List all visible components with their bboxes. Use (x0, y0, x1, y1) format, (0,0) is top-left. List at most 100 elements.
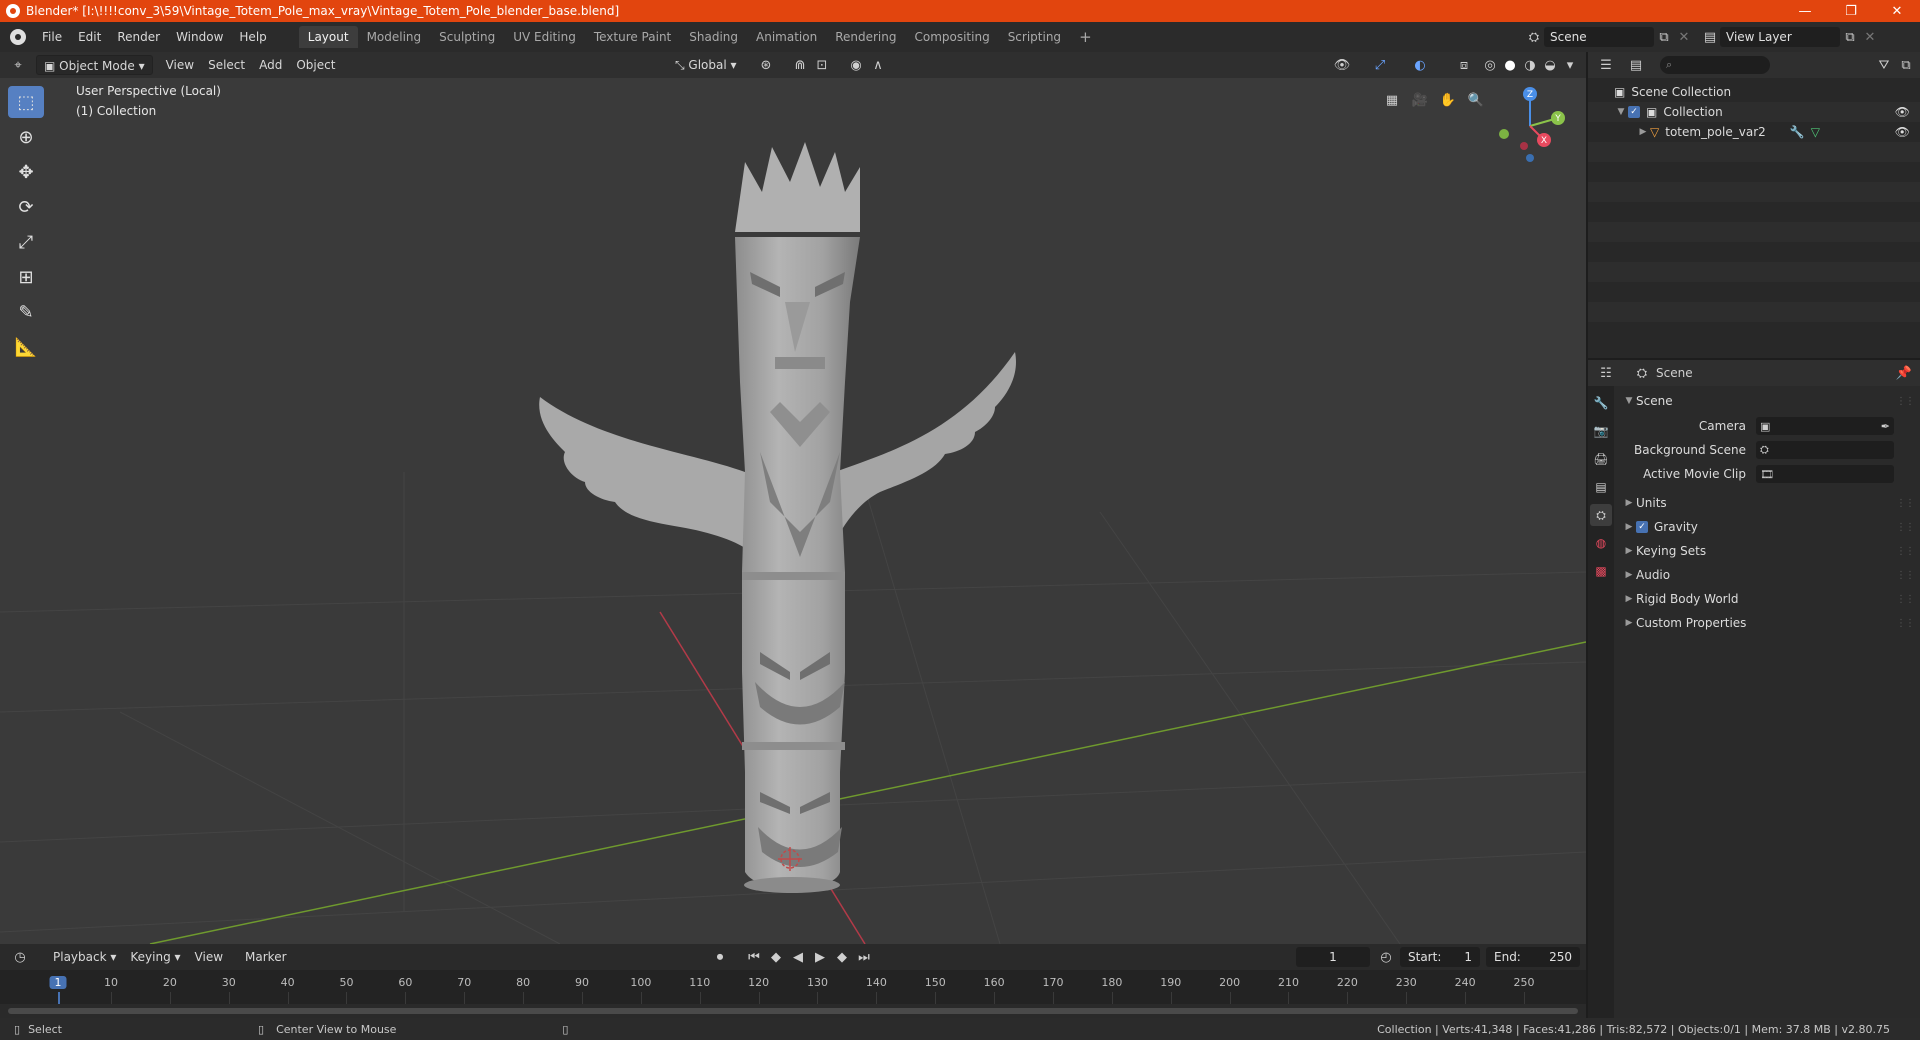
navigation-gizmo[interactable]: Z Y X (1490, 86, 1570, 166)
select-box-tool-icon[interactable]: ⬚ (8, 86, 44, 118)
outliner-editor-type-icon[interactable]: ☰ (1596, 55, 1616, 75)
jump-end-icon[interactable]: ⏭ (854, 947, 874, 967)
timeline-menu-keying[interactable]: Keying ▾ (123, 947, 187, 967)
outliner-row-object[interactable]: ▶ ▽ totem_pole_var2 🔧 ▽ 👁 (1588, 122, 1920, 142)
camera-view-icon[interactable]: 🎥 (1410, 90, 1430, 110)
scale-tool-icon[interactable]: ⤢ (8, 226, 44, 258)
gizmo-toggle-icon[interactable]: ⤢ (1370, 55, 1390, 75)
viewport-menu-select[interactable]: Select (201, 55, 252, 75)
transform-orientation-dropdown[interactable]: ⤡ Global ▾ (668, 55, 744, 75)
editor-type-icon[interactable]: ⌖ (8, 55, 28, 75)
tab-shading[interactable]: Shading (680, 26, 747, 48)
play-icon[interactable]: ▶ (810, 947, 830, 967)
solid-shading-icon[interactable]: ● (1500, 55, 1520, 75)
world-tab-icon[interactable]: ◍ (1590, 532, 1612, 554)
next-keyframe-icon[interactable]: ◆ (832, 947, 852, 967)
menu-file[interactable]: File (34, 26, 70, 48)
new-scene-icon[interactable]: ⧉ (1654, 27, 1674, 47)
rigid-body-world-section-header[interactable]: ▶ Rigid Body World ⋮⋮ (1616, 588, 1920, 610)
drag-handle-icon[interactable]: ⋮⋮ (1896, 570, 1915, 581)
scene-section-header[interactable]: ▼ Scene ⋮⋮ (1616, 390, 1920, 412)
gravity-checkbox[interactable]: ✓ (1636, 521, 1648, 533)
overlay-toggle-icon[interactable]: ◐ (1410, 55, 1430, 75)
object-mode-dropdown[interactable]: ▣ Object Mode ▾ (36, 55, 153, 75)
record-icon[interactable]: ⏺ (710, 947, 730, 967)
play-reverse-icon[interactable]: ◀ (788, 947, 808, 967)
blender-menu-icon[interactable] (10, 29, 26, 45)
view-layer-tab-icon[interactable]: ▤ (1590, 476, 1612, 498)
tab-scripting[interactable]: Scripting (999, 26, 1070, 48)
prev-keyframe-icon[interactable]: ◆ (766, 947, 786, 967)
timeline-menu-view[interactable]: View (188, 947, 230, 967)
filter-icon[interactable]: ⛛ (1874, 55, 1894, 75)
playhead[interactable] (58, 992, 60, 1004)
scene-tab-icon[interactable]: ⛭ (1590, 504, 1612, 526)
material-shading-icon[interactable]: ◑ (1520, 55, 1540, 75)
object-visibility-icon[interactable]: 👁 (1895, 125, 1910, 139)
object-expand-icon[interactable]: ▶ (1636, 127, 1650, 137)
timeline-menu-playback[interactable]: Playback ▾ (46, 947, 123, 967)
menu-edit[interactable]: Edit (70, 26, 109, 48)
tab-compositing[interactable]: Compositing (905, 26, 998, 48)
outliner-row-scene-collection[interactable]: ▣ Scene Collection (1588, 82, 1920, 102)
snap-target-icon[interactable]: ⊡ (812, 55, 832, 75)
restore-button[interactable]: ❐ (1828, 0, 1874, 22)
cursor-tool-icon[interactable]: ⊕ (8, 121, 44, 153)
delete-view-layer-icon[interactable]: ✕ (1860, 27, 1880, 47)
tab-modeling[interactable]: Modeling (358, 26, 431, 48)
transform-tool-icon[interactable]: ⊞ (8, 261, 44, 293)
annotate-tool-icon[interactable]: ✎ (8, 296, 44, 328)
scene-name-field[interactable]: Scene (1544, 27, 1654, 47)
tab-texture-paint[interactable]: Texture Paint (585, 26, 680, 48)
proportional-edit-icon[interactable]: ◉ (846, 55, 866, 75)
viewport-menu-object[interactable]: Object (289, 55, 342, 75)
scene-selector-icon[interactable]: ⛭ (1524, 27, 1544, 47)
close-button[interactable]: ✕ (1874, 0, 1920, 22)
jump-start-icon[interactable]: ⏮ (744, 947, 764, 967)
visibility-icon[interactable]: 👁 (1332, 55, 1352, 75)
background-scene-field[interactable]: ⛭ (1756, 441, 1894, 459)
custom-properties-section-header[interactable]: ▶ Custom Properties ⋮⋮ (1616, 612, 1920, 634)
tab-rendering[interactable]: Rendering (826, 26, 905, 48)
timeline-scrollbar[interactable] (8, 1008, 1578, 1014)
new-collection-icon[interactable]: ⧉ (1896, 55, 1916, 75)
proportional-falloff-icon[interactable]: ∧ (868, 55, 888, 75)
collection-expand-icon[interactable]: ▼ (1614, 107, 1628, 117)
tab-animation[interactable]: Animation (747, 26, 826, 48)
xray-toggle-icon[interactable]: ⧈ (1454, 55, 1474, 75)
start-frame-field[interactable]: Start: 1 (1400, 947, 1480, 967)
menu-window[interactable]: Window (168, 26, 231, 48)
timeline-menu-marker[interactable]: Marker (238, 947, 293, 967)
drag-handle-icon[interactable]: ⋮⋮ (1896, 546, 1915, 557)
output-tab-icon[interactable]: 🖨 (1590, 448, 1612, 470)
drag-handle-icon[interactable]: ⋮⋮ (1896, 618, 1915, 629)
minimize-button[interactable]: — (1782, 0, 1828, 22)
display-mode-icon[interactable]: ▤ (1626, 55, 1646, 75)
active-movie-clip-field[interactable]: 🎞 (1756, 465, 1894, 483)
toggle-ortho-icon[interactable]: ▦ (1382, 90, 1402, 110)
rendered-shading-icon[interactable]: ◒ (1540, 55, 1560, 75)
pan-view-icon[interactable]: ✋ (1438, 90, 1458, 110)
timeline-editor-type-icon[interactable]: ◷ (10, 947, 30, 967)
tab-uv-editing[interactable]: UV Editing (504, 26, 585, 48)
drag-handle-icon[interactable]: ⋮⋮ (1896, 594, 1915, 605)
zoom-view-icon[interactable]: 🔍 (1466, 90, 1486, 110)
new-view-layer-icon[interactable]: ⧉ (1840, 27, 1860, 47)
tab-layout[interactable]: Layout (298, 26, 358, 48)
view-layer-field[interactable]: View Layer (1720, 27, 1840, 47)
measure-tool-icon[interactable]: 📐 (8, 331, 44, 363)
snap-icon[interactable]: ⋒ (790, 55, 810, 75)
move-tool-icon[interactable]: ✥ (8, 156, 44, 188)
keying-sets-section-header[interactable]: ▶ Keying Sets ⋮⋮ (1616, 540, 1920, 562)
audio-section-header[interactable]: ▶ Audio ⋮⋮ (1616, 564, 1920, 586)
collection-visibility-icon[interactable]: 👁 (1895, 105, 1910, 119)
pivot-point-icon[interactable]: ⊛ (756, 55, 776, 75)
preview-range-icon[interactable]: ◴ (1376, 947, 1396, 967)
pin-icon[interactable]: 📌 (1894, 363, 1914, 383)
end-frame-field[interactable]: End: 250 (1486, 947, 1580, 967)
texture-tab-icon[interactable]: ▩ (1590, 560, 1612, 582)
rotate-tool-icon[interactable]: ⟳ (8, 191, 44, 223)
menu-render[interactable]: Render (109, 26, 168, 48)
outliner-search-input[interactable]: ⌕ (1660, 56, 1770, 74)
units-section-header[interactable]: ▶ Units ⋮⋮ (1616, 492, 1920, 514)
